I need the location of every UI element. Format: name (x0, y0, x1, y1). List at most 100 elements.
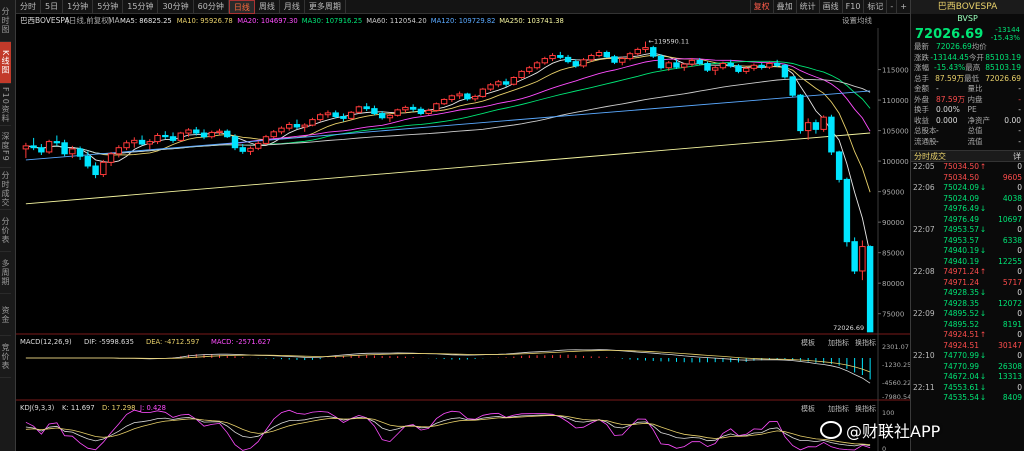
candle-body[interactable] (603, 51, 610, 58)
candle-body[interactable] (22, 145, 30, 150)
candle-body[interactable] (851, 241, 858, 272)
period-tab[interactable]: 1分钟 (63, 0, 94, 14)
candle-body[interactable] (239, 147, 246, 152)
ticks-header[interactable]: 分时成交 详 (911, 150, 1024, 162)
ticks-list[interactable]: 22:05 75034.50 ↑ 0 75034.50 9605 22:06 75024.09… (911, 162, 1024, 404)
candle-body[interactable] (61, 142, 68, 155)
candle-body[interactable] (464, 93, 471, 100)
candle-body[interactable] (45, 141, 53, 153)
candle-body[interactable] (69, 148, 76, 155)
candle-body[interactable] (828, 116, 835, 153)
candle-body[interactable] (255, 142, 262, 149)
candle-body[interactable] (673, 62, 680, 68)
candle-body[interactable] (162, 134, 169, 138)
candle-body[interactable] (433, 103, 440, 111)
candle-body[interactable] (301, 124, 308, 128)
candle-body[interactable] (750, 64, 758, 69)
candle-body[interactable] (332, 112, 339, 118)
candle-body[interactable] (448, 95, 456, 100)
kline-chart-svg[interactable]: 巴西BOVESPA(日线,前复权)MA MA5: 86825.25 MA10: 95… (16, 14, 910, 451)
candle-body[interactable] (572, 61, 580, 67)
candle-body[interactable] (309, 119, 316, 126)
candle-body[interactable] (316, 114, 324, 121)
candle-body[interactable] (154, 134, 161, 143)
candle-body[interactable] (619, 58, 626, 63)
candle-body[interactable] (688, 59, 696, 65)
toolbar-tool-button[interactable]: 标记 (863, 0, 886, 14)
candle-body[interactable] (355, 106, 363, 113)
candle-body[interactable] (518, 70, 525, 79)
candle-body[interactable] (92, 165, 99, 176)
candle-body[interactable] (123, 142, 130, 149)
toolbar-tool-button[interactable]: 画线 (818, 0, 842, 14)
candle-body[interactable] (595, 51, 603, 57)
candle-body[interactable] (580, 59, 587, 67)
candle-body[interactable] (549, 55, 556, 60)
candle-body[interactable] (30, 145, 37, 149)
candle-body[interactable] (409, 106, 417, 110)
candle-body[interactable] (742, 67, 750, 72)
candle-body[interactable] (502, 81, 510, 85)
candle-body[interactable] (100, 161, 107, 176)
candle-body[interactable] (324, 112, 332, 116)
candle-body[interactable] (425, 109, 432, 115)
candle-body[interactable] (216, 130, 223, 133)
candle-body[interactable] (487, 84, 494, 90)
period-tab[interactable]: 5日 (41, 0, 64, 14)
candle-body[interactable] (773, 62, 781, 66)
candle-body[interactable] (84, 155, 92, 167)
candle-body[interactable] (193, 129, 200, 134)
period-tab[interactable]: 分时 (16, 0, 41, 14)
candle-body[interactable] (657, 55, 665, 69)
candle-body[interactable] (642, 47, 649, 50)
candle-body[interactable] (835, 151, 843, 180)
candle-body[interactable] (347, 111, 355, 119)
candle-body[interactable] (146, 141, 154, 145)
sidebar-item[interactable]: 资金 (0, 294, 11, 336)
sidebar-item[interactable]: 竞价表 (0, 336, 11, 378)
candle-body[interactable] (557, 55, 564, 58)
period-tab[interactable]: 周线 (255, 0, 280, 14)
candle-body[interactable] (866, 246, 874, 333)
candle-body[interactable] (696, 59, 703, 64)
candle-body[interactable] (138, 139, 146, 145)
period-tab[interactable]: 30分钟 (158, 0, 194, 14)
ticks-detail-button[interactable]: 详 (1013, 151, 1021, 161)
candle-body[interactable] (789, 76, 796, 96)
candle-body[interactable] (224, 130, 231, 138)
candle-body[interactable] (402, 106, 409, 111)
candle-body[interactable] (371, 108, 378, 115)
candle-body[interactable] (200, 132, 208, 138)
candle-body[interactable] (38, 147, 45, 153)
period-tab[interactable]: 5分钟 (93, 0, 124, 14)
period-tab[interactable]: 60分钟 (194, 0, 229, 14)
sidebar-item[interactable]: K线图 (0, 42, 11, 84)
candle-body[interactable] (758, 64, 765, 68)
candle-body[interactable] (541, 58, 549, 64)
candle-body[interactable] (797, 94, 804, 132)
candle-body[interactable] (510, 77, 518, 85)
candle-body[interactable] (177, 132, 184, 141)
candle-body[interactable] (495, 81, 502, 86)
candle-body[interactable] (804, 122, 812, 132)
candle-body[interactable] (262, 136, 270, 144)
candle-body[interactable] (479, 88, 487, 97)
toolbar-tool-button[interactable]: - (886, 0, 896, 14)
sidebar-item[interactable]: 多周期 (0, 252, 11, 294)
candle-body[interactable] (665, 62, 672, 69)
candle-body[interactable] (293, 123, 301, 128)
candle-body[interactable] (735, 65, 742, 72)
period-tab[interactable]: 15分钟 (123, 0, 159, 14)
toolbar-tool-button[interactable]: 叠加 (772, 0, 796, 14)
candle-body[interactable] (634, 48, 641, 55)
sidebar-item[interactable]: F10资料 (0, 84, 11, 126)
candle-body[interactable] (270, 131, 277, 138)
toolbar-tool-button[interactable]: 复权 (749, 0, 773, 14)
candle-body[interactable] (719, 62, 727, 69)
candle-body[interactable] (76, 148, 84, 157)
candle-body[interactable] (440, 98, 448, 105)
candle-body[interactable] (812, 122, 820, 130)
candle-body[interactable] (208, 131, 215, 138)
candle-body[interactable] (843, 178, 851, 243)
candle-body[interactable] (766, 62, 773, 68)
